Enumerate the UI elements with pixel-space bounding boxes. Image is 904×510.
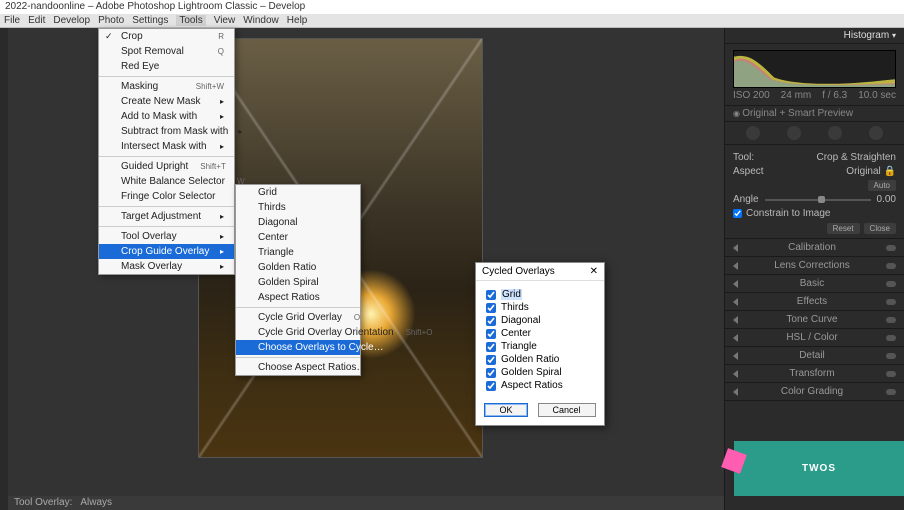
overlay-option[interactable]: Thirds — [486, 302, 594, 313]
menu-item[interactable]: White Balance SelectorW — [99, 174, 234, 189]
overlay-option[interactable]: Golden Ratio — [486, 354, 594, 365]
menu-item[interactable]: Spot RemovalQ — [99, 44, 234, 59]
auto-button[interactable]: Auto — [868, 180, 896, 191]
ok-button[interactable]: OK — [484, 403, 527, 417]
overlay-option[interactable]: Triangle — [486, 341, 594, 352]
overlay-checkbox[interactable] — [486, 342, 496, 352]
tool-strip — [725, 122, 904, 145]
submenu-item[interactable]: Choose Aspect Ratios… — [236, 360, 360, 375]
overlay-option[interactable]: Grid — [486, 289, 594, 300]
histogram-info: ISO 20024 mmf / 6.310.0 sec — [725, 90, 904, 105]
reset-button[interactable]: Reset — [827, 223, 860, 234]
submenu-item[interactable]: Grid — [236, 185, 360, 200]
menu-item[interactable]: Create New Mask — [99, 94, 234, 109]
status-bar: Tool Overlay: Always — [8, 496, 724, 510]
panel-tone-curve[interactable]: Tone Curve — [725, 311, 904, 329]
submenu-item[interactable]: Golden Spiral — [236, 275, 360, 290]
watermark-logo: TWOS — [734, 441, 904, 496]
status-label: Tool Overlay: — [14, 497, 72, 509]
submenu-item[interactable]: Center — [236, 230, 360, 245]
lock-icon[interactable]: 🔒 — [884, 166, 896, 177]
crop-tool-panel: Tool:Crop & Straighten Aspect Original 🔒… — [725, 145, 904, 239]
overlay-option[interactable]: Diagonal — [486, 315, 594, 326]
redeye-tool-icon[interactable] — [828, 126, 842, 140]
crop-guide-submenu: GridThirdsDiagonalCenterTriangleGolden R… — [235, 184, 361, 376]
overlay-checkbox[interactable] — [486, 355, 496, 365]
cancel-button[interactable]: Cancel — [538, 403, 596, 417]
overlay-checkbox[interactable] — [486, 381, 496, 391]
preview-mode[interactable]: ◉ Original + Smart Preview — [725, 105, 904, 122]
menu-file[interactable]: File — [4, 15, 20, 26]
angle-slider[interactable] — [765, 199, 871, 201]
menu-item[interactable]: Intersect Mask with — [99, 139, 234, 154]
menu-tools[interactable]: Tools — [176, 15, 205, 26]
aspect-dropdown[interactable]: Original — [846, 166, 880, 177]
angle-label: Angle — [733, 194, 759, 205]
cycled-overlays-dialog: Cycled Overlays ✕ Grid Thirds Diagonal Cent… — [475, 262, 605, 426]
overlay-checkbox[interactable] — [486, 290, 496, 300]
heal-tool-icon[interactable] — [787, 126, 801, 140]
menu-item[interactable]: Tool Overlay — [99, 229, 234, 244]
constrain-checkbox[interactable] — [733, 209, 742, 218]
panel-hsl[interactable]: HSL / Color — [725, 329, 904, 347]
window-title: 2022-nandoonline – Adobe Photoshop Light… — [5, 1, 305, 12]
submenu-item[interactable]: Cycle Grid Overlay OrientationShift+O — [236, 325, 360, 340]
submenu-item[interactable]: Triangle — [236, 245, 360, 260]
dialog-title: Cycled Overlays — [482, 266, 555, 277]
submenu-item[interactable]: Choose Overlays to Cycle… — [236, 340, 360, 355]
aspect-label: Aspect — [733, 166, 764, 177]
menu-help[interactable]: Help — [287, 15, 308, 26]
window-titlebar: 2022-nandoonline – Adobe Photoshop Light… — [0, 0, 904, 14]
overlay-option[interactable]: Aspect Ratios — [486, 380, 594, 391]
submenu-item[interactable]: Golden Ratio — [236, 260, 360, 275]
menu-settings[interactable]: Settings — [132, 15, 168, 26]
histogram-header[interactable]: Histogram ▾ — [725, 28, 904, 44]
menu-item[interactable]: Fringe Color Selector — [99, 189, 234, 204]
panel-calibration[interactable]: Calibration — [725, 239, 904, 257]
panel-basic[interactable]: Basic — [725, 275, 904, 293]
submenu-item[interactable]: Aspect Ratios — [236, 290, 360, 305]
panel-color-grading[interactable]: Color Grading — [725, 383, 904, 401]
menu-photo[interactable]: Photo — [98, 15, 124, 26]
menu-develop[interactable]: Develop — [53, 15, 90, 26]
menu-item[interactable]: CropR — [99, 29, 234, 44]
menu-window[interactable]: Window — [243, 15, 279, 26]
overlay-option[interactable]: Center — [486, 328, 594, 339]
tools-dropdown: CropRSpot RemovalQRed EyeMaskingShift+WC… — [98, 28, 235, 275]
overlay-checkbox[interactable] — [486, 316, 496, 326]
menu-item[interactable]: Guided UprightShift+T — [99, 159, 234, 174]
histogram[interactable] — [733, 50, 896, 88]
close-icon[interactable]: ✕ — [590, 266, 598, 277]
menu-item[interactable]: Add to Mask with — [99, 109, 234, 124]
menu-view[interactable]: View — [214, 15, 236, 26]
overlay-checkbox[interactable] — [486, 303, 496, 313]
menu-item[interactable]: Subtract from Mask with — [99, 124, 234, 139]
tool-name: Crop & Straighten — [817, 152, 897, 163]
panel-lens[interactable]: Lens Corrections — [725, 257, 904, 275]
mask-tool-icon[interactable] — [869, 126, 883, 140]
close-button[interactable]: Close — [864, 223, 896, 234]
menu-edit[interactable]: Edit — [28, 15, 45, 26]
menubar: File Edit Develop Photo Settings Tools V… — [0, 14, 904, 28]
status-value[interactable]: Always — [80, 497, 112, 509]
submenu-item[interactable]: Cycle Grid OverlayO — [236, 310, 360, 325]
submenu-item[interactable]: Diagonal — [236, 215, 360, 230]
menu-item[interactable]: MaskingShift+W — [99, 79, 234, 94]
panel-detail[interactable]: Detail — [725, 347, 904, 365]
right-panel: Histogram ▾ ISO 20024 mmf / 6.310.0 sec … — [724, 28, 904, 510]
menu-item[interactable]: Red Eye — [99, 59, 234, 74]
submenu-item[interactable]: Thirds — [236, 200, 360, 215]
menu-item[interactable]: Crop Guide Overlay — [99, 244, 234, 259]
menu-item[interactable]: Mask Overlay — [99, 259, 234, 274]
menu-item[interactable]: Target Adjustment — [99, 209, 234, 224]
panel-transform[interactable]: Transform — [725, 365, 904, 383]
angle-value[interactable]: 0.00 — [877, 194, 896, 205]
panel-effects[interactable]: Effects — [725, 293, 904, 311]
overlay-checkbox[interactable] — [486, 368, 496, 378]
crop-tool-icon[interactable] — [746, 126, 760, 140]
overlay-option[interactable]: Golden Spiral — [486, 367, 594, 378]
overlay-checkbox[interactable] — [486, 329, 496, 339]
